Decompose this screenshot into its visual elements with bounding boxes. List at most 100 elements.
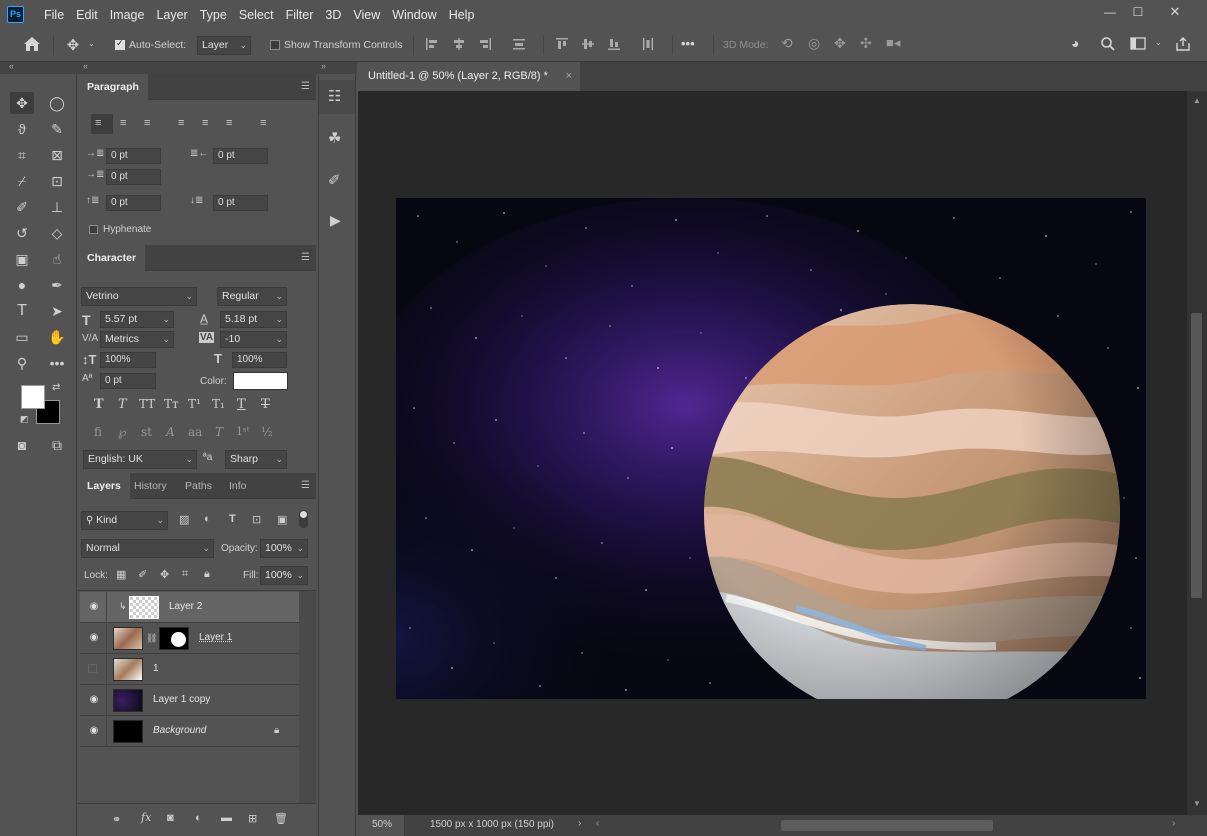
titling-alternates-icon[interactable]: T xyxy=(215,425,223,439)
eyedropper-icon[interactable]: ⌿ xyxy=(10,170,34,192)
group-folder-icon[interactable]: ▬ xyxy=(221,812,232,824)
share-icon[interactable] xyxy=(1175,36,1191,55)
move-tool-icon[interactable]: ✥ xyxy=(62,36,84,54)
faux-bold-icon[interactable]: T xyxy=(94,397,104,412)
chevron-down-icon[interactable]: ⌄ xyxy=(88,39,95,48)
panel-menu-icon[interactable]: ☰ xyxy=(301,81,310,92)
layer-name[interactable]: Layer 1 copy xyxy=(153,694,210,705)
expand-panels-icon[interactable]: » xyxy=(321,61,326,71)
layer-row[interactable]: 1 xyxy=(80,654,299,685)
antialias-dropdown[interactable]: Sharp ⌄ xyxy=(225,450,287,469)
stamp-icon[interactable]: ⊥ xyxy=(45,196,69,218)
tab-paragraph[interactable]: Paragraph xyxy=(78,74,148,100)
pen-icon[interactable]: ✒ xyxy=(45,274,69,296)
move-tool-icon[interactable]: ✥ xyxy=(10,92,34,114)
panel-menu-icon[interactable]: ☰ xyxy=(301,252,310,263)
home-icon[interactable] xyxy=(22,36,42,54)
opacity-field[interactable]: 100% ⌄ xyxy=(260,539,308,558)
channels-icon[interactable]: ☘ xyxy=(328,129,341,147)
visibility-eye-icon[interactable]: ◉ xyxy=(87,633,101,643)
screen-mode-icon[interactable]: ⧉ xyxy=(45,434,69,456)
distribute-horizontal-icon[interactable] xyxy=(641,37,655,54)
align-horizontal-centers-icon[interactable] xyxy=(452,37,466,54)
ordinals-icon[interactable]: 1ˢᵗ xyxy=(236,425,249,438)
ligatures-icon[interactable]: fi xyxy=(94,425,102,439)
lasso-icon[interactable]: ϑ xyxy=(10,118,34,140)
layer-row[interactable]: ◉ Background 🔒︎ xyxy=(80,716,299,747)
more-options-icon[interactable]: ••• xyxy=(681,36,695,51)
auto-select-target-dropdown[interactable]: Layer ⌄ xyxy=(197,36,251,55)
tab-paths[interactable]: Paths xyxy=(176,473,221,499)
smudge-icon[interactable]: ☝ xyxy=(45,248,69,270)
filter-adjustment-icon[interactable]: ◐ xyxy=(204,513,211,525)
search-icon[interactable] xyxy=(1100,36,1116,55)
document-tab[interactable]: Untitled-1 @ 50% (Layer 2, RGB/8) * × xyxy=(358,62,580,91)
brush-settings-icon[interactable]: ✐ xyxy=(328,171,341,189)
lock-position-icon[interactable]: ✥ xyxy=(160,568,169,581)
learn-icon[interactable]: ◕ xyxy=(1071,35,1079,51)
default-colors-icon[interactable]: ◩ xyxy=(20,414,29,425)
text-color-swatch[interactable] xyxy=(233,372,288,390)
align-left-edges-icon[interactable] xyxy=(425,37,439,54)
menu-filter[interactable]: Filter xyxy=(280,8,320,22)
align-vertical-centers-icon[interactable] xyxy=(581,37,595,54)
patch-icon[interactable]: ⊡ xyxy=(45,170,69,192)
align-bottom-edges-icon[interactable] xyxy=(607,37,621,54)
tab-history[interactable]: History xyxy=(125,473,176,499)
old-style-icon[interactable]: ℘ xyxy=(118,425,126,439)
menu-help[interactable]: Help xyxy=(443,8,481,22)
font-family-dropdown[interactable]: Vetrino ⌄ xyxy=(81,287,197,306)
swash-icon[interactable]: A xyxy=(166,425,175,439)
scroll-right-icon[interactable]: › xyxy=(1172,818,1175,829)
type-tool-icon[interactable]: T xyxy=(10,300,34,322)
properties-icon[interactable]: ☷ xyxy=(328,87,341,105)
scroll-left-icon[interactable]: ‹ xyxy=(596,818,599,829)
menu-file[interactable]: File xyxy=(38,8,70,22)
panel-menu-icon[interactable]: ☰ xyxy=(301,480,310,491)
kerning-dropdown[interactable]: Metrics ⌄ xyxy=(100,331,174,348)
baseline-shift-field[interactable]: 0 pt xyxy=(100,373,156,389)
gradient-icon[interactable]: ▣ xyxy=(10,248,34,270)
auto-select-checkbox[interactable] xyxy=(115,38,125,50)
menu-layer[interactable]: Layer xyxy=(150,8,193,22)
3d-pan-icon[interactable]: ✥ xyxy=(834,35,846,52)
tab-layers[interactable]: Layers xyxy=(78,473,130,499)
scroll-thumb[interactable] xyxy=(1191,313,1202,598)
space-before-field[interactable]: 0 pt xyxy=(106,195,161,211)
workspace-icon[interactable] xyxy=(1130,37,1146,54)
close-button[interactable]: ✕ xyxy=(1164,4,1186,22)
visibility-eye-icon[interactable]: ◉ xyxy=(87,695,101,705)
font-size-field[interactable]: 5.57 pt ⌄ xyxy=(100,311,174,328)
crop-icon[interactable]: ⌗ xyxy=(10,144,34,166)
justify-last-right-icon[interactable]: ≡ xyxy=(226,117,232,129)
document-canvas[interactable] xyxy=(396,198,1146,699)
visibility-eye-icon[interactable]: ◉ xyxy=(87,602,101,612)
3d-roll-icon[interactable]: ◎ xyxy=(808,35,820,52)
lock-artboard-icon[interactable]: ⌗ xyxy=(182,568,188,581)
horizontal-scale-field[interactable]: 100% xyxy=(232,352,287,368)
adjustment-layer-icon[interactable]: ◐ xyxy=(195,812,202,824)
zoom-icon[interactable]: ⚲ xyxy=(10,352,34,374)
layer-name[interactable]: 1 xyxy=(153,663,159,674)
quick-selection-icon[interactable]: ✎ xyxy=(45,118,69,140)
3d-orbit-icon[interactable]: ⟲ xyxy=(781,35,793,52)
transform-controls-checkbox[interactable] xyxy=(270,40,280,50)
history-brush-icon[interactable]: ↺ xyxy=(10,222,34,244)
superscript-icon[interactable]: T¹ xyxy=(188,397,201,411)
close-tab-icon[interactable]: × xyxy=(566,62,572,91)
indent-left-field[interactable]: 0 pt xyxy=(106,148,161,164)
add-mask-icon[interactable]: ◙ xyxy=(167,812,174,824)
quick-mask-icon[interactable]: ◙ xyxy=(10,434,34,456)
align-top-edges-icon[interactable] xyxy=(555,37,569,54)
scroll-up-icon[interactable]: ▲ xyxy=(1193,96,1201,105)
underline-icon[interactable]: T xyxy=(237,397,246,412)
blend-mode-dropdown[interactable]: Normal ⌄ xyxy=(81,539,214,558)
foreground-color-swatch[interactable] xyxy=(21,385,45,409)
elliptical-marquee-icon[interactable]: ◯ xyxy=(45,92,69,114)
layer-row[interactable]: ◉ Layer 1 copy xyxy=(80,685,299,716)
vertical-scrollbar[interactable]: ▲ ▼ xyxy=(1187,91,1207,815)
filter-shape-icon[interactable]: ⊡ xyxy=(252,513,261,526)
layer-row[interactable]: ◉ ↳ Layer 2 xyxy=(80,592,299,623)
fill-field[interactable]: 100% ⌄ xyxy=(260,566,308,585)
path-selection-icon[interactable]: ➤ xyxy=(45,300,69,322)
